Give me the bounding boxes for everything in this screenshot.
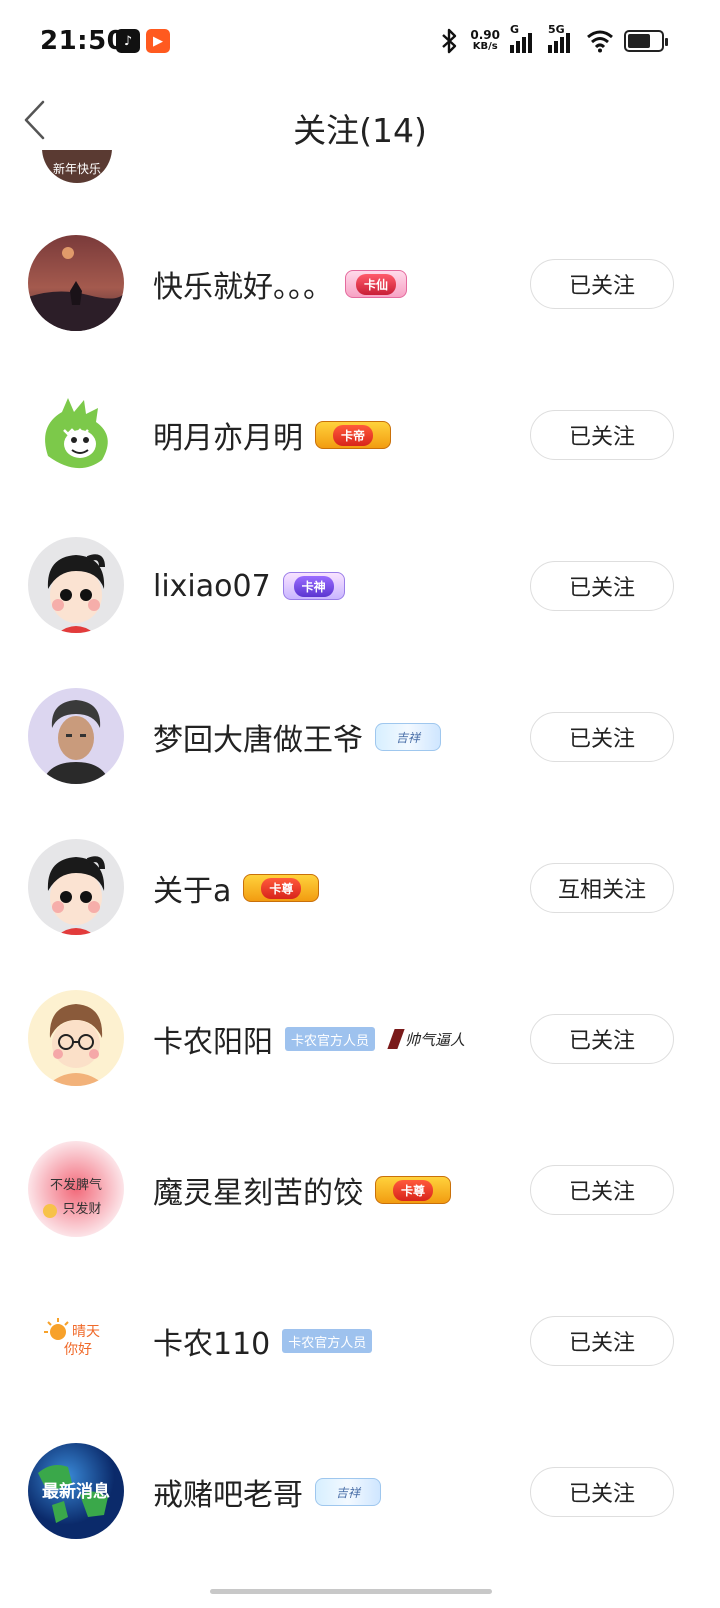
svg-text:不发脾气: 不发脾气 [50, 1177, 102, 1193]
avatar[interactable]: 不发脾气只发财 [28, 1141, 124, 1237]
follow-list-item[interactable]: 晴天 你好 卡农110 卡农官方人员 已关注 [0, 1267, 720, 1418]
avatar[interactable] [28, 990, 124, 1086]
signal-2-label: 5G [548, 23, 565, 36]
signal-1-label: G [510, 23, 520, 36]
status-time: 21:50 [40, 26, 126, 56]
user-name-group: 关于a 卡尊 [153, 864, 320, 912]
partial-avatar[interactable]: 新年快乐 [42, 150, 112, 183]
wifi-icon [587, 30, 613, 53]
user-name[interactable]: 快乐就好。。。 [153, 262, 333, 306]
official-staff-badge: 卡农官方人员 [285, 1027, 376, 1051]
user-name[interactable]: 魔灵星刻苦的饺 [153, 1168, 363, 1212]
official-staff-badge: 卡农官方人员 [282, 1329, 373, 1353]
battery-icon [624, 30, 668, 52]
level-badge: 卡仙 [345, 270, 408, 298]
avatar[interactable]: 最新消息 [28, 1443, 124, 1539]
svg-text:只发财: 只发财 [62, 1201, 101, 1217]
following-button[interactable]: 已关注 [530, 1165, 674, 1215]
follow-list-item[interactable]: 卡农阳阳 卡农官方人员 帅气逼人 已关注 [0, 965, 720, 1116]
level-badge: 卡尊 [243, 874, 320, 902]
follow-list-item[interactable]: 关于a 卡尊 互相关注 [0, 814, 720, 965]
user-name-group: 梦回大唐做王爷 吉祥 [153, 713, 441, 761]
home-indicator[interactable] [210, 1589, 492, 1594]
bluetooth-icon [442, 28, 457, 54]
user-name[interactable]: 卡农110 [153, 1319, 270, 1363]
follow-list-item[interactable]: 最新消息 戒赌吧老哥 吉祥 已关注 [0, 1418, 720, 1569]
brush-mark-icon [387, 1029, 405, 1049]
net-speed-unit: KB/s [472, 41, 498, 52]
user-name-group: 戒赌吧老哥 吉祥 [153, 1468, 381, 1516]
svg-text:最新消息: 最新消息 [42, 1481, 110, 1502]
follow-list-item[interactable]: 不发脾气 只发财 魔灵星刻苦的饺 卡尊 已关注 [0, 1116, 720, 1267]
user-name[interactable]: lixiao07 [153, 569, 271, 604]
badge-label: 卡神 [293, 575, 334, 597]
following-button[interactable]: 已关注 [530, 259, 674, 309]
badge-label: 卡帝 [332, 424, 373, 446]
level-badge: 卡帝 [315, 421, 391, 449]
user-name-group: lixiao07 卡神 [153, 562, 345, 610]
partial-avatar-text: 新年快乐 [52, 162, 101, 176]
following-button[interactable]: 已关注 [530, 410, 674, 460]
signal-icon-2: 5G [548, 23, 576, 53]
badge-label: 卡尊 [392, 1179, 433, 1201]
user-name-group: 卡农阳阳 卡农官方人员 帅气逼人 [153, 1015, 470, 1063]
user-name[interactable]: 关于a [153, 866, 231, 910]
following-button[interactable]: 已关注 [530, 1316, 674, 1366]
follow-list-item[interactable]: 快乐就好。。。 卡仙 已关注 [0, 210, 720, 361]
following-button[interactable]: 已关注 [530, 561, 674, 611]
music-app-icon: ♪ [116, 29, 140, 53]
user-name-group: 魔灵星刻苦的饺 卡尊 [153, 1166, 451, 1214]
level-badge: 帅气逼人 [387, 1025, 470, 1053]
badge-label: 帅气逼人 [405, 1030, 466, 1049]
badge-label: 卡尊 [261, 877, 302, 899]
avatar[interactable] [28, 688, 124, 784]
user-name-group: 快乐就好。。。 卡仙 [153, 260, 408, 308]
svg-text:你好: 你好 [64, 1342, 92, 1358]
avatar[interactable] [28, 537, 124, 633]
following-button[interactable]: 已关注 [530, 712, 674, 762]
mutual-follow-button[interactable]: 互相关注 [530, 863, 674, 913]
signal-icon-1: G [510, 23, 538, 53]
following-button[interactable]: 已关注 [530, 1014, 674, 1064]
following-button[interactable]: 已关注 [530, 1467, 674, 1517]
status-icons: 0.90 KB/s G 5G [438, 23, 668, 56]
level-badge: 卡神 [282, 572, 345, 600]
user-name[interactable]: 戒赌吧老哥 [153, 1470, 303, 1514]
level-badge: 吉祥 [375, 723, 441, 751]
user-name[interactable]: 梦回大唐做王爷 [153, 715, 363, 759]
page-title: 关注(14) [293, 111, 427, 150]
video-app-icon: ▶ [146, 29, 170, 53]
svg-text:晴天: 晴天 [72, 1324, 100, 1340]
user-name-group: 明月亦月明 卡帝 [153, 411, 391, 459]
follow-list-item[interactable]: 明月亦月明 卡帝 已关注 [0, 361, 720, 512]
avatar[interactable] [28, 235, 124, 331]
network-speed: 0.90 KB/s [470, 29, 500, 53]
follow-list-item[interactable]: lixiao07 卡神 已关注 [0, 512, 720, 663]
net-speed-value: 0.90 [470, 28, 500, 42]
level-badge: 卡尊 [375, 1176, 451, 1204]
user-name[interactable]: 明月亦月明 [153, 413, 303, 457]
avatar[interactable] [28, 839, 124, 935]
status-bar: 21:50 ♪ ▶ 0.90 KB/s G 5G [0, 0, 720, 84]
user-name[interactable]: 卡农阳阳 [153, 1017, 273, 1061]
user-name-group: 卡农110 卡农官方人员 [153, 1317, 373, 1365]
badge-label: 卡仙 [356, 273, 397, 295]
avatar[interactable] [28, 386, 124, 482]
avatar[interactable]: 晴天你好 [28, 1292, 124, 1388]
level-badge: 吉祥 [315, 1478, 381, 1506]
follow-list-item[interactable]: 梦回大唐做王爷 吉祥 已关注 [0, 663, 720, 814]
